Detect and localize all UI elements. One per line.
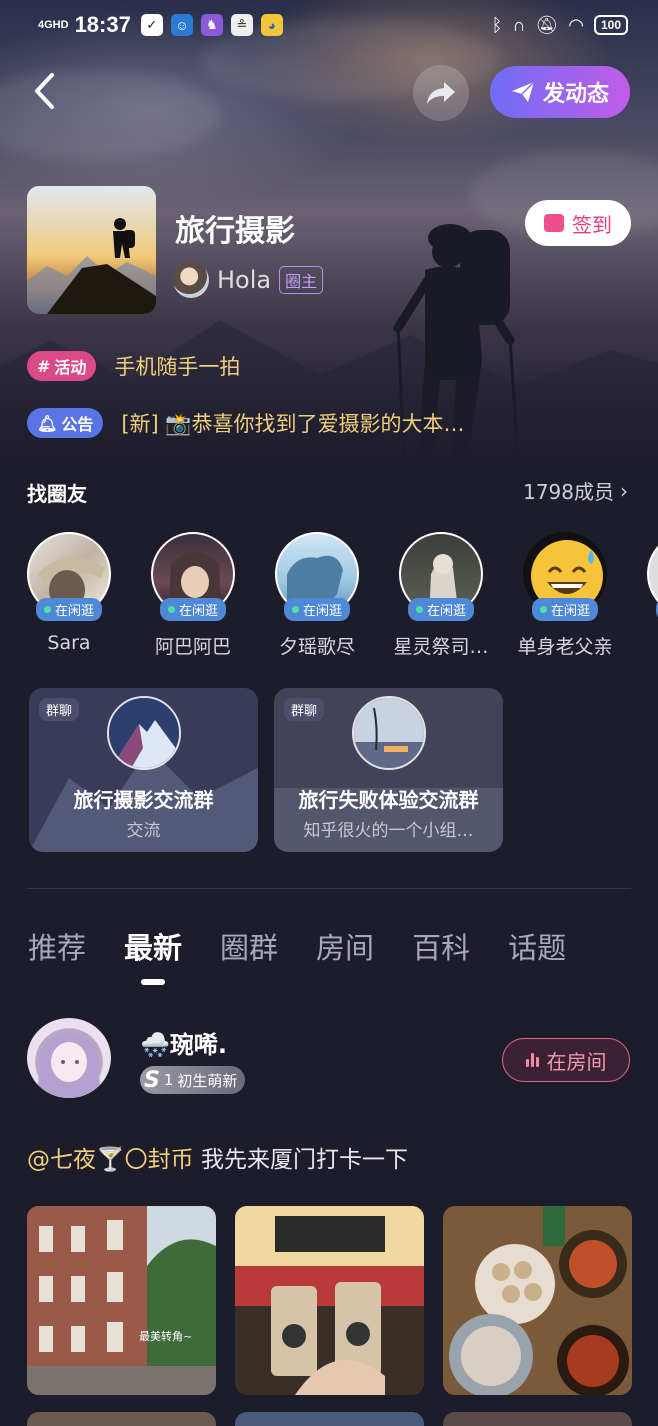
activity-tag: # 活动 [27, 351, 97, 381]
network-indicator: 4GHD [38, 18, 69, 31]
group-avatar [106, 696, 181, 770]
post-photo[interactable] [235, 1206, 424, 1395]
wifi-icon: ◠ [568, 14, 584, 35]
notice-text: [新] 📸恭喜你找到了爱摄影的大本… [121, 412, 465, 436]
headphone-icon: ∩ [512, 14, 526, 35]
in-room-label: 在房间 [546, 1049, 607, 1074]
cat-app-icon: ≗ [230, 14, 253, 36]
activity-row[interactable]: # 活动 手机随手一拍 [27, 351, 240, 381]
group-chat-tag: 群聊 [284, 698, 325, 721]
group-chat-card[interactable]: 群聊 旅行失败体验交流群 知乎很火的一个小组… [274, 688, 503, 852]
online-status-badge: 在闲逛 [407, 598, 475, 621]
tab-groups[interactable]: 圈群 [220, 925, 278, 967]
friend-item[interactable]: 在闲逛 阿巴阿巴 [138, 532, 248, 659]
friend-item[interactable]: 在闲逛 星灵祭司… [386, 532, 496, 659]
friend-name: Sara [47, 632, 91, 654]
group-name: 旅行失败体验交流群 [298, 788, 479, 812]
friend-name: ❄ [634, 632, 658, 654]
post-author-avatar[interactable] [27, 1018, 111, 1098]
activity-text: 手机随手一拍 [114, 355, 241, 379]
group-description: 知乎很火的一个小组… [303, 821, 474, 841]
post-update-label: 发动态 [542, 82, 609, 107]
post-author-name[interactable]: 🌨️琬唏. [140, 1025, 227, 1060]
post-content[interactable]: @七夜🍸〇封币 我先来厦门打卡一下 [27, 1140, 408, 1174]
group-chat-tag: 群聊 [39, 698, 80, 721]
friend-item[interactable]: 在闲逛 Sara [14, 532, 124, 654]
section-divider [27, 888, 631, 889]
friends-carousel[interactable]: 在闲逛 Sara 在闲逛 阿巴阿巴 在闲逛 夕瑶歌尽 在闲逛 星灵祭司… 在闲逛… [0, 532, 658, 662]
owner-avatar[interactable] [173, 262, 209, 298]
group-description: 交流 [126, 821, 161, 841]
bluetooth-icon: ᛒ [491, 14, 503, 35]
notice-row[interactable]: 🔔︎ 公告 [新] 📸恭喜你找到了爱摄影的大本… [27, 408, 465, 438]
online-status-badge: 在闲逛 [159, 598, 227, 621]
post-update-button[interactable]: 发动态 [490, 66, 630, 118]
audio-bars-icon [525, 1053, 539, 1067]
tab-topics[interactable]: 话题 [508, 925, 566, 967]
checkin-button[interactable]: 签到 [525, 200, 631, 246]
post-photos[interactable]: 最美转角~ [27, 1206, 632, 1395]
game-app-icon: ♞ [200, 14, 223, 36]
online-status-badge: 在闲逛 [283, 598, 351, 621]
bell-icon: 🔔︎ [37, 413, 58, 433]
post-photo[interactable]: 最美转角~ [27, 1206, 216, 1395]
circle-title: 旅行摄影 [175, 214, 295, 249]
member-count-link[interactable]: 1798成员 › [523, 476, 628, 505]
tab-latest[interactable]: 最新 [124, 925, 182, 967]
tab-rooms[interactable]: 房间 [316, 925, 374, 967]
checkin-label: 签到 [572, 212, 612, 237]
qq-app-icon: ◕ [260, 14, 283, 36]
tab-wiki[interactable]: 百科 [412, 925, 470, 967]
mute-bell-icon: 🔕︎ [535, 14, 559, 35]
chat-app-icon: ☺ [170, 14, 193, 36]
status-bar: 4GHD 18:37 ✓ ☺ ♞ ≗ ◕ ᛒ ∩ 🔕︎ ◠ 100 [38, 10, 628, 40]
task-icon: ✓ [140, 14, 163, 36]
in-room-button[interactable]: 在房间 [502, 1038, 630, 1082]
owner-name: Hola [217, 266, 272, 294]
paper-plane-icon [511, 81, 535, 102]
tab-recommend[interactable]: 推荐 [28, 925, 86, 967]
post-mention[interactable]: @七夜🍸〇封币 [27, 1147, 194, 1173]
friend-item[interactable]: 在闲逛 夕瑶歌尽 [262, 532, 372, 659]
group-avatar [351, 696, 426, 770]
photo-caption: 最美转角~ [139, 1329, 192, 1343]
find-friends-title: 找圈友 [27, 482, 87, 506]
share-arrow-icon [427, 82, 455, 104]
battery-icon: 100 [593, 15, 628, 35]
online-status-badge: 在闲逛 [35, 598, 103, 621]
user-level-badge: S 1 初生萌新 [140, 1066, 246, 1094]
post-body: 我先来厦门打卡一下 [193, 1147, 408, 1173]
friend-name: 阿巴阿巴 [154, 636, 231, 658]
hash-icon: # [37, 356, 51, 376]
feed-tabs[interactable]: 推荐 最新 圈群 房间 百科 话题 [28, 925, 566, 967]
online-status-badge: 在闲逛 [531, 598, 599, 621]
group-chat-card[interactable]: 群聊 旅行摄影交流群 交流 [29, 688, 258, 852]
friend-item[interactable]: 在闲逛 单身老父亲 [510, 532, 620, 659]
chevron-left-icon [35, 73, 54, 109]
circle-owner[interactable]: Hola 圈主 [173, 262, 324, 298]
post-photo[interactable] [443, 1206, 632, 1395]
friend-name: 星灵祭司… [393, 636, 489, 658]
status-time: 18:37 [74, 12, 131, 37]
owner-role-badge: 圈主 [279, 266, 324, 294]
back-button[interactable] [28, 70, 62, 112]
share-button[interactable] [413, 65, 469, 121]
friend-name: 夕瑶歌尽 [278, 636, 355, 658]
calendar-icon [544, 214, 564, 232]
friend-item[interactable]: 在闲逛 ❄ [634, 532, 658, 654]
friend-name: 单身老父亲 [517, 636, 613, 658]
notice-tag: 🔔︎ 公告 [27, 408, 104, 438]
post-photos-next-row [27, 1412, 632, 1426]
group-name: 旅行摄影交流群 [73, 788, 214, 812]
circle-cover-image[interactable] [27, 186, 156, 314]
chevron-right-icon: › [620, 478, 628, 503]
